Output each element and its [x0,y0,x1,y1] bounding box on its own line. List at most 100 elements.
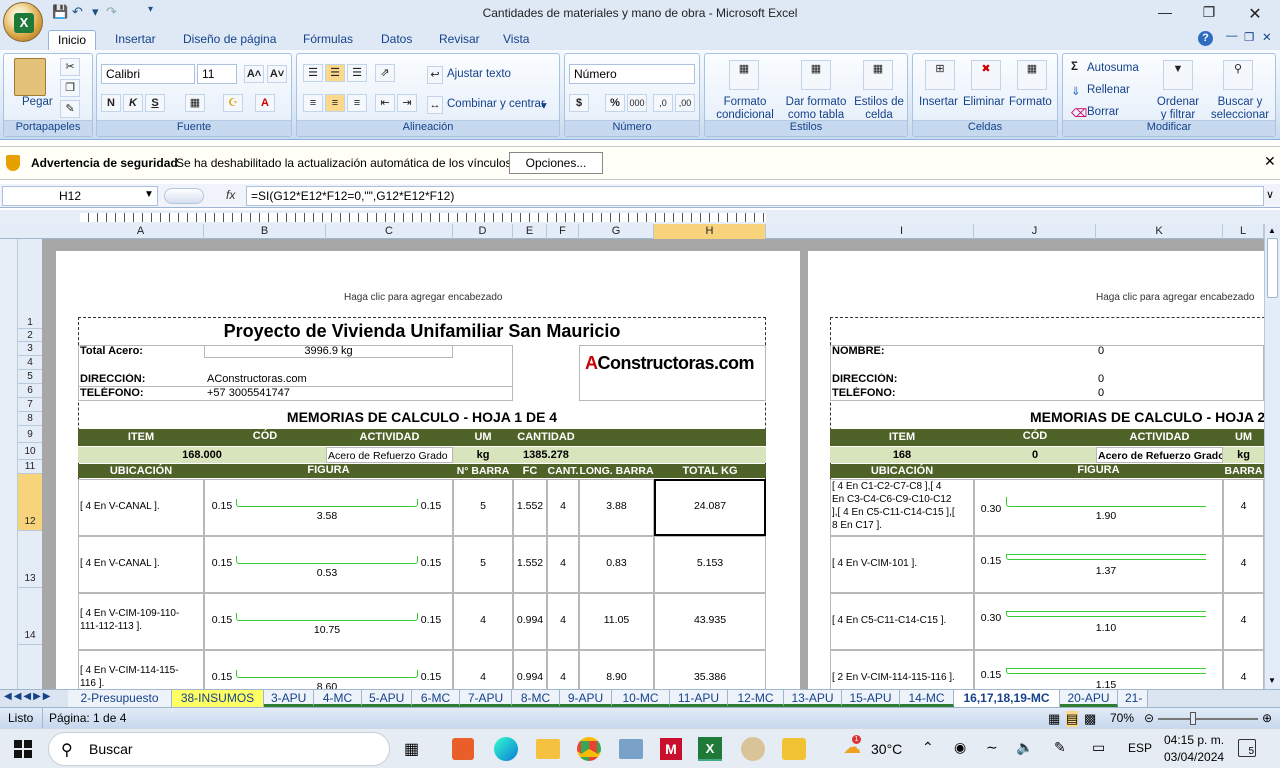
search-bar[interactable]: ⚲ Buscar [48,732,390,766]
row-header[interactable]: 10 [18,443,42,460]
format-cells-button[interactable]: Formato [1009,96,1052,108]
align-center-icon[interactable]: ≡ [325,94,345,112]
tab-insertar[interactable]: Insertar [106,30,165,50]
column-header-c[interactable]: C [326,224,453,239]
formula-input[interactable]: =SI(G12*E12*F12=0,"",G12*E12*F12) [246,186,1264,206]
cut-icon[interactable]: ✂ [60,58,80,76]
help-icon[interactable]: ? [1198,31,1213,46]
sort-filter-icon[interactable]: ▼ [1163,60,1193,90]
page1-header-hint[interactable]: Haga clic para agregar encabezado [344,292,502,303]
format-cells-icon[interactable]: ▦ [1017,60,1047,90]
sort-filter-button[interactable]: Ordenar y filtrar [1151,96,1205,122]
cell-styles-icon[interactable]: ▦ [863,60,893,90]
wrap-text-icon[interactable]: ↩ [427,66,443,84]
minimize-button[interactable]: — [1150,4,1180,20]
row-header[interactable]: 13 [18,531,42,588]
column-header-k[interactable]: K [1096,224,1223,239]
wrap-text-button[interactable]: Ajustar texto [447,68,511,80]
column-header-h[interactable]: H [654,224,766,239]
redo-icon[interactable]: ↷ [106,4,117,22]
clock-time[interactable]: 04:15 p. m. [1164,733,1224,747]
column-header-a[interactable]: A [78,224,204,239]
windows-start-icon[interactable] [14,740,32,758]
column-header-l[interactable]: L [1223,224,1264,239]
row-header[interactable]: 8 [18,412,42,426]
save-icon[interactable]: 💾 [52,4,68,22]
sheet-tab[interactable]: 13-APU [784,690,842,707]
bold-button[interactable]: N [101,94,121,112]
sheet-tab[interactable]: 10-MC [612,690,670,707]
sheet-tab[interactable]: 4-MC [314,690,362,707]
insert-function-icon[interactable]: fx [226,188,235,202]
chevron-up-icon[interactable]: ⌃ [922,739,934,756]
mcafee-icon[interactable]: M [660,738,682,760]
language-label[interactable]: ESP [1128,741,1152,755]
sheet-tab[interactable]: 8-MC [512,690,560,707]
percent-icon[interactable]: % [605,94,625,112]
grow-font-icon[interactable]: A˄ [244,65,264,83]
name-box-dropdown-icon[interactable]: ▼ [144,189,154,200]
formula-handle[interactable] [164,188,204,204]
underline-button[interactable]: S [145,94,165,112]
decrease-indent-icon[interactable]: ⇤ [375,94,395,112]
font-color-icon[interactable]: A [255,94,275,112]
page-layout-view-icon[interactable]: ▤ [1066,711,1079,727]
scroll-down-icon[interactable]: ▼ [1268,676,1276,685]
italic-button[interactable]: K [123,94,143,112]
conditional-format-button[interactable]: Formato condicional [711,96,779,122]
file-explorer-icon[interactable] [536,739,560,759]
paint-icon[interactable] [741,737,765,761]
row-header[interactable]: 1 [18,317,42,329]
zoom-in-icon[interactable]: ⊕ [1262,711,1272,725]
merge-dropdown-icon[interactable]: ▾ [541,98,547,112]
row-header[interactable]: 9 [18,426,42,443]
format-painter-icon[interactable]: ✎ [60,100,80,118]
fill-icon[interactable]: ⇓ [1071,84,1081,98]
conditional-format-icon[interactable]: ▦ [729,60,759,90]
task-view-icon[interactable]: ▦ [404,739,419,759]
fill-button[interactable]: Rellenar [1087,84,1130,96]
paste-label[interactable]: Pegar [22,96,53,108]
clear-icon[interactable]: ⌫ [1071,106,1087,120]
insert-cells-button[interactable]: Insertar [919,96,958,108]
sheet-tab[interactable]: 16,17,18,19-MC [954,690,1060,707]
column-header-f[interactable]: F [547,224,579,239]
excel-taskbar-icon[interactable]: X [698,737,722,761]
scroll-up-icon[interactable]: ▲ [1268,226,1276,235]
sheet-tab[interactable]: 7-APU [460,690,512,707]
align-right-icon[interactable]: ≡ [347,94,367,112]
row-header[interactable]: 3 [18,342,42,356]
page2-header-hint[interactable]: Haga clic para agregar encabezado [1096,292,1254,303]
undo-icon[interactable]: ↶ [72,4,83,22]
row-header[interactable]: 14 [18,588,42,645]
sheet-tab[interactable]: 38-INSUMOS [172,690,264,707]
edge-icon[interactable] [494,737,518,761]
close-security-icon[interactable]: ✕ [1264,153,1276,170]
insert-cells-icon[interactable]: ⊞ [925,60,955,90]
row-header[interactable]: 11 [18,460,42,474]
sheet-tab[interactable]: 5-APU [362,690,412,707]
borders-icon[interactable]: ▦ [185,94,205,112]
sheet-tab[interactable]: 2-Presupuesto [68,690,172,707]
column-header-g[interactable]: G [579,224,654,239]
column-header-e[interactable]: E [513,224,547,239]
name-box[interactable]: H12 [2,186,158,206]
sheet-tab[interactable]: 6-MC [412,690,460,707]
sheet-tab[interactable]: 9-APU [560,690,612,707]
zoom-level[interactable]: 70% [1110,711,1134,725]
chrome-icon[interactable] [577,737,601,761]
sheet-tab[interactable]: 3-APU [264,690,314,707]
find-select-icon[interactable]: ⚲ [1223,60,1253,90]
font-name-field[interactable]: Calibri [101,64,195,84]
tab-vista[interactable]: Vista [494,30,538,50]
tab-revisar[interactable]: Revisar [430,30,489,50]
weather-temp[interactable]: 30°C [871,741,902,757]
row-header[interactable]: 5 [18,370,42,384]
column-header-d[interactable]: D [453,224,513,239]
tab-diseno[interactable]: Diseño de página [174,30,285,50]
customize-toolbar-icon[interactable]: ▾ [148,4,153,22]
close-button[interactable]: ✕ [1240,4,1270,24]
row-header[interactable]: 12 [18,474,42,531]
clock-date[interactable]: 03/04/2024 [1164,750,1224,764]
mail-icon[interactable] [782,738,806,760]
